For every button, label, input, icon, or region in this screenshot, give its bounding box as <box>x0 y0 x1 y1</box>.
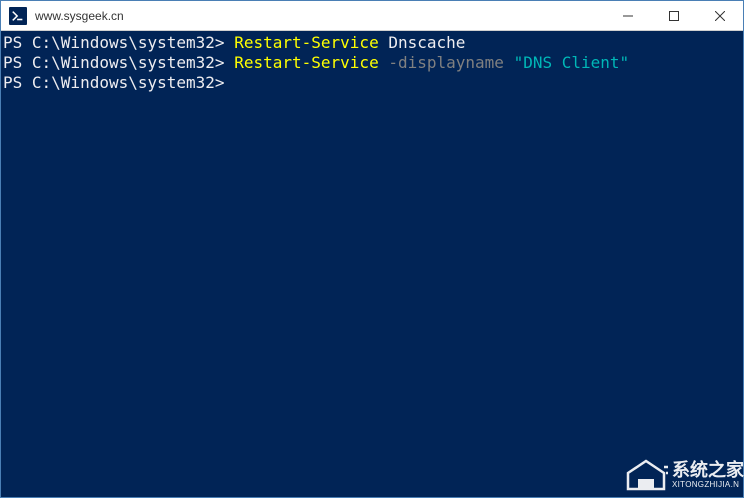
prompt: PS C:\Windows\system32> <box>3 53 225 72</box>
string-value: "DNS Client" <box>514 53 630 72</box>
prompt: PS C:\Windows\system32> <box>3 33 225 52</box>
window-controls <box>605 1 743 30</box>
minimize-button[interactable] <box>605 1 651 30</box>
terminal-area[interactable]: PS C:\Windows\system32> Restart-Service … <box>1 31 743 497</box>
watermark-logo-icon <box>624 457 668 493</box>
parameter: -displayname <box>388 53 504 72</box>
command: Restart-Service <box>234 33 379 52</box>
window-titlebar[interactable]: www.sysgeek.cn <box>1 1 743 31</box>
terminal-line: PS C:\Windows\system32> <box>3 73 743 93</box>
watermark-name: 系统之家 <box>672 461 744 481</box>
window-title: www.sysgeek.cn <box>35 9 605 23</box>
argument: Dnscache <box>388 33 465 52</box>
prompt: PS C:\Windows\system32> <box>3 73 225 92</box>
powershell-window: www.sysgeek.cn PS C:\Windows\system32> R… <box>0 0 744 498</box>
terminal-line: PS C:\Windows\system32> Restart-Service … <box>3 33 743 53</box>
powershell-icon <box>9 7 27 25</box>
maximize-button[interactable] <box>651 1 697 30</box>
watermark: 系统之家 XITONGZHIJIA.N <box>624 457 744 493</box>
terminal-line: PS C:\Windows\system32> Restart-Service … <box>3 53 743 73</box>
watermark-text: 系统之家 XITONGZHIJIA.N <box>672 461 744 490</box>
watermark-url: XITONGZHIJIA.N <box>672 481 744 490</box>
cursor <box>234 74 243 92</box>
command: Restart-Service <box>234 53 379 72</box>
close-button[interactable] <box>697 1 743 30</box>
